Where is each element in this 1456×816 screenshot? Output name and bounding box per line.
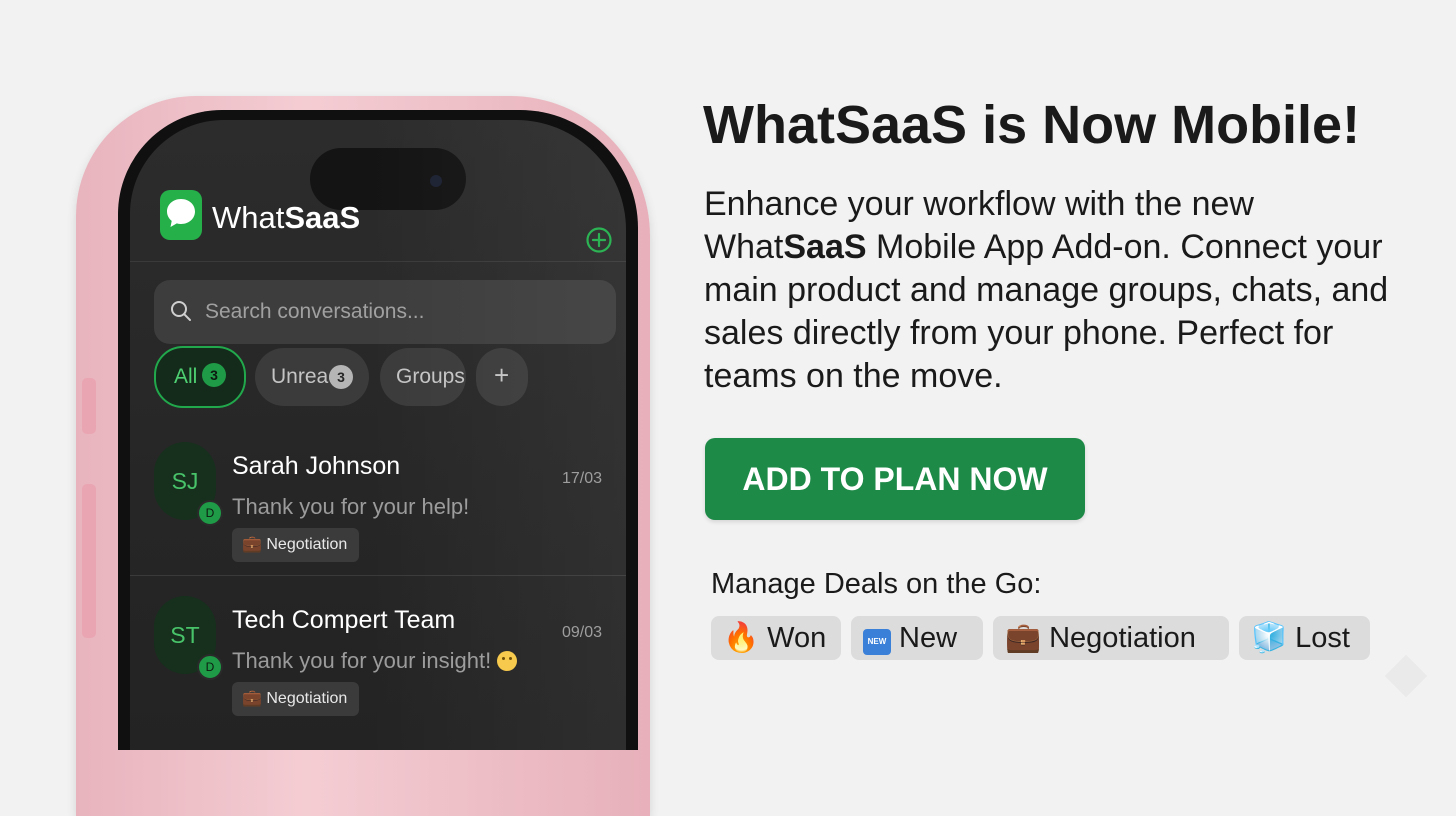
- smile-emoji-icon: [497, 651, 518, 671]
- search-input[interactable]: Search conversations...: [154, 280, 616, 344]
- last-message-text: Thank you for your insight!: [232, 648, 492, 673]
- tag-label: Negotiation: [266, 536, 348, 553]
- app-title-prefix: What: [212, 200, 285, 235]
- deal-stage-tag[interactable]: 💼 Negotiation: [232, 528, 360, 562]
- app-title-bold: SaaS: [284, 200, 361, 235]
- deal-tag-label: Won: [767, 622, 827, 654]
- deal-tag-lost: 🧊 Lost: [1239, 616, 1370, 660]
- add-filter-button[interactable]: +: [476, 348, 528, 406]
- page-title: WhatSaaS is Now Mobile!: [703, 95, 1361, 155]
- brand-bold: SaaS: [783, 228, 867, 266]
- assignee-badge: D: [197, 654, 223, 680]
- last-message: Thank you for your help!: [232, 494, 470, 519]
- add-to-plan-button[interactable]: ADD TO PLAN NOW: [705, 438, 1085, 520]
- filter-tab-unread[interactable]: Unread 3: [255, 348, 369, 406]
- ice-cube-icon: 🧊: [1251, 622, 1288, 654]
- search-placeholder: Search conversations...: [205, 300, 425, 323]
- description-line: Enhance your workflow with the new: [704, 185, 1254, 223]
- briefcase-icon: 💼: [1005, 622, 1042, 654]
- assignee-badge: D: [197, 500, 223, 526]
- message-date: 17/03: [561, 470, 602, 487]
- phone-side-button: [82, 484, 96, 638]
- filter-label: All: [174, 365, 198, 388]
- description: Enhance your workflow with the new WhatS…: [704, 183, 1424, 398]
- filter-tab-all[interactable]: All 3: [154, 346, 246, 408]
- app-title: WhatSaaS: [212, 200, 360, 236]
- tag-label: Negotiation: [266, 690, 348, 707]
- deal-tag-label: Negotiation: [1049, 622, 1196, 654]
- briefcase-icon: 💼: [242, 690, 262, 707]
- sparkle-watermark-icon: [1384, 654, 1428, 698]
- message-date: 09/03: [561, 624, 602, 641]
- chat-bubble-logo-icon: [160, 190, 202, 240]
- brand-prefix: What: [704, 228, 784, 266]
- fire-icon: 🔥: [723, 622, 760, 654]
- new-badge-text: NEW: [863, 629, 891, 655]
- deal-stage-tag[interactable]: 💼 Negotiation: [232, 682, 360, 716]
- search-icon: [171, 301, 191, 321]
- description-line: main product and manage groups, chats, a…: [704, 271, 1389, 309]
- briefcase-icon: 💼: [242, 536, 262, 553]
- last-message: Thank you for your insight!: [232, 648, 518, 674]
- contact-name: Sarah Johnson: [232, 452, 401, 480]
- deal-tag-won: 🔥 Won: [711, 616, 841, 660]
- deal-tag-new: NEW New: [851, 616, 983, 660]
- conversation-list-item[interactable]: SJ D Sarah Johnson Thank you for your he…: [130, 428, 626, 578]
- count-badge: 3: [329, 365, 353, 389]
- app-view: WhatSaaS Search conversations... All 3 U…: [130, 120, 626, 750]
- plus-icon: +: [494, 360, 510, 390]
- deal-tag-negotiation: 💼 Negotiation: [993, 616, 1229, 660]
- deal-tag-label: New: [899, 622, 958, 654]
- description-line: WhatSaaS Mobile App Add-on. Connect your: [704, 226, 1424, 269]
- conversation-list-item[interactable]: ST D Tech Compert Team Thank you for you…: [130, 582, 626, 732]
- camera-icon: [430, 175, 442, 187]
- deal-tag-label: Lost: [1295, 622, 1350, 654]
- add-circle-icon[interactable]: [585, 226, 613, 254]
- list-divider: [130, 575, 626, 576]
- phone-side-button: [82, 378, 96, 434]
- description-line: sales directly from your phone. Perfect …: [704, 314, 1334, 352]
- description-text: Mobile App Add-on. Connect your: [866, 228, 1383, 266]
- contact-name: Tech Compert Team: [232, 606, 456, 634]
- filter-label: Groups: [396, 365, 465, 388]
- new-badge-icon: NEW: [863, 616, 891, 660]
- filter-tab-groups[interactable]: Groups: [380, 348, 466, 406]
- header-divider: [130, 261, 626, 262]
- phone-screen: WhatSaaS Search conversations... All 3 U…: [118, 110, 638, 750]
- description-line: teams on the move.: [704, 357, 1003, 395]
- deals-heading: Manage Deals on the Go:: [711, 568, 1042, 600]
- count-badge: 3: [202, 363, 226, 387]
